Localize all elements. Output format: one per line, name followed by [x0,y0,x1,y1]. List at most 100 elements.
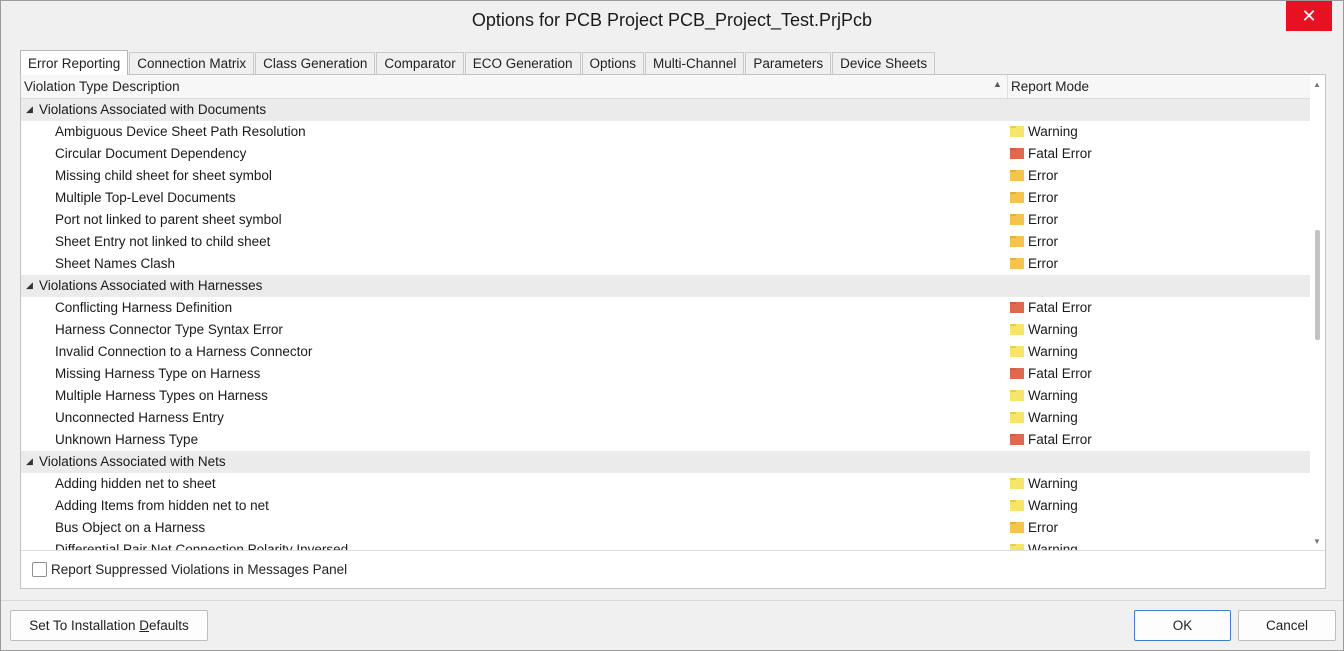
options-dialog: Options for PCB Project PCB_Project_Test… [0,0,1344,651]
group-label: Violations Associated with Documents [39,102,267,117]
violation-row[interactable]: Missing child sheet for sheet symbol Erro… [21,165,1310,187]
error-folder-icon [1010,522,1024,533]
set-installation-defaults-button[interactable]: Set To Installation Defaults [10,610,208,641]
group-label: Violations Associated with Harnesses [39,278,263,293]
warning-folder-icon [1010,324,1024,335]
warning-folder-icon [1010,390,1024,401]
violation-row[interactable]: Missing Harness Type on Harness Fatal Err… [21,363,1310,385]
group-row[interactable]: ◢ Violations Associated with Harnesses [21,275,1310,297]
report-mode-cell[interactable]: Fatal Error [1010,432,1092,447]
violation-row[interactable]: Conflicting Harness Definition Fatal Erro… [21,297,1310,319]
cancel-button[interactable]: Cancel [1238,610,1336,641]
column-separator[interactable] [1007,75,1008,99]
report-mode-cell[interactable]: Error [1010,212,1058,227]
violation-row[interactable]: Sheet Entry not linked to child sheet Err… [21,231,1310,253]
report-mode-cell[interactable]: Warning [1010,410,1078,425]
violation-description: Sheet Entry not linked to child sheet [55,234,271,249]
violation-row[interactable]: Invalid Connection to a Harness Connecto… [21,341,1310,363]
close-button[interactable]: ✕ [1286,1,1332,31]
tab-comparator[interactable]: Comparator [376,52,464,74]
collapse-triangle-icon[interactable]: ◢ [26,456,33,467]
dialog-title: Options for PCB Project PCB_Project_Test… [471,10,873,30]
collapse-triangle-icon[interactable]: ◢ [26,280,33,291]
tab-connection-matrix[interactable]: Connection Matrix [129,52,255,74]
violation-row[interactable]: Adding Items from hidden net to net Warni… [21,495,1310,517]
report-mode-cell[interactable]: Warning [1010,476,1078,491]
scroll-thumb[interactable] [1315,230,1320,340]
report-mode-cell[interactable]: Error [1010,168,1058,183]
violation-description: Missing Harness Type on Harness [55,366,261,381]
warning-folder-icon [1010,412,1024,423]
report-mode-cell[interactable]: Warning [1010,124,1078,139]
report-mode-value: Error [1028,168,1058,183]
sort-ascending-icon[interactable]: ▲ [993,79,1002,89]
violation-row[interactable]: Harness Connector Type Syntax Error Warni… [21,319,1310,341]
report-mode-cell[interactable]: Error [1010,256,1058,271]
tab-options[interactable]: Options [581,52,645,74]
violation-row[interactable]: Unknown Harness Type Fatal Error [21,429,1310,451]
close-icon: ✕ [1301,6,1317,26]
report-mode-value: Warning [1028,476,1078,491]
violation-description: Missing child sheet for sheet symbol [55,168,272,183]
report-mode-cell[interactable]: Warning [1010,344,1078,359]
error-folder-icon [1010,258,1024,269]
report-suppressed-checkbox[interactable] [32,562,47,577]
group-row[interactable]: ◢ Violations Associated with Nets [21,451,1310,473]
violation-row[interactable]: Multiple Harness Types on Harness Warning [21,385,1310,407]
report-mode-value: Error [1028,256,1058,271]
report-mode-cell[interactable]: Fatal Error [1010,300,1092,315]
column-header-description[interactable]: Violation Type Description [24,79,180,94]
report-mode-cell[interactable]: Warning [1010,388,1078,403]
violation-row[interactable]: Bus Object on a Harness Error [21,517,1310,539]
report-mode-cell[interactable]: Error [1010,234,1058,249]
report-mode-value: Warning [1028,410,1078,425]
tab-class-generation[interactable]: Class Generation [255,52,376,74]
report-mode-cell[interactable]: Error [1010,520,1058,535]
tab-parameters[interactable]: Parameters [745,52,832,74]
ok-button[interactable]: OK [1134,610,1231,641]
report-mode-cell[interactable]: Warning [1010,498,1078,513]
report-mode-cell[interactable]: Fatal Error [1010,146,1092,161]
violation-row[interactable]: Ambiguous Device Sheet Path Resolution Wa… [21,121,1310,143]
tab-eco-generation[interactable]: ECO Generation [464,52,581,74]
report-mode-value: Warning [1028,322,1078,337]
violation-row[interactable]: Adding hidden net to sheet Warning [21,473,1310,495]
report-mode-cell[interactable]: Error [1010,190,1058,205]
vertical-scrollbar[interactable]: ▲ ▼ [1310,75,1325,550]
violation-row[interactable]: Circular Document Dependency Fatal Error [21,143,1310,165]
report-mode-cell[interactable]: Fatal Error [1010,366,1092,381]
report-suppressed-label[interactable]: Report Suppressed Violations in Messages… [51,562,347,577]
violation-row[interactable]: Port not linked to parent sheet symbol Er… [21,209,1310,231]
report-mode-cell[interactable]: Warning [1010,322,1078,337]
error-folder-icon [1010,192,1024,203]
defaults-label-prefix: Set To Installation [29,618,140,633]
fatal-folder-icon [1010,302,1024,313]
report-suppressed-option[interactable]: Report Suppressed Violations in Messages… [32,562,347,577]
column-header-report-mode[interactable]: Report Mode [1011,79,1089,94]
scroll-down-icon[interactable]: ▼ [1313,537,1321,546]
report-mode-cell[interactable]: Warning [1010,542,1078,550]
violation-row[interactable]: Unconnected Harness Entry Warning [21,407,1310,429]
violation-description: Differential Pair Net Connection Polarit… [55,542,349,550]
grid-rows: ◢ Violations Associated with Documents Amb… [21,99,1310,550]
report-mode-value: Fatal Error [1028,432,1092,447]
error-folder-icon [1010,214,1024,225]
violation-row[interactable]: Sheet Names Clash Error [21,253,1310,275]
warning-folder-icon [1010,126,1024,137]
warning-folder-icon [1010,478,1024,489]
violation-row[interactable]: Multiple Top-Level Documents Error [21,187,1310,209]
violation-row[interactable]: Differential Pair Net Connection Polarit… [21,539,1310,550]
report-mode-value: Error [1028,190,1058,205]
violation-description: Port not linked to parent sheet symbol [55,212,282,227]
collapse-triangle-icon[interactable]: ◢ [26,104,33,115]
violation-description: Harness Connector Type Syntax Error [55,322,283,337]
violation-description: Unknown Harness Type [55,432,199,447]
report-mode-value: Error [1028,520,1058,535]
report-mode-value: Warning [1028,542,1078,550]
violation-description: Multiple Top-Level Documents [55,190,236,205]
tab-multi-channel[interactable]: Multi-Channel [645,52,745,74]
group-row[interactable]: ◢ Violations Associated with Documents [21,99,1310,121]
tab-error-reporting[interactable]: Error Reporting [20,50,129,75]
scroll-up-icon[interactable]: ▲ [1313,80,1321,89]
tab-device-sheets[interactable]: Device Sheets [832,52,936,74]
